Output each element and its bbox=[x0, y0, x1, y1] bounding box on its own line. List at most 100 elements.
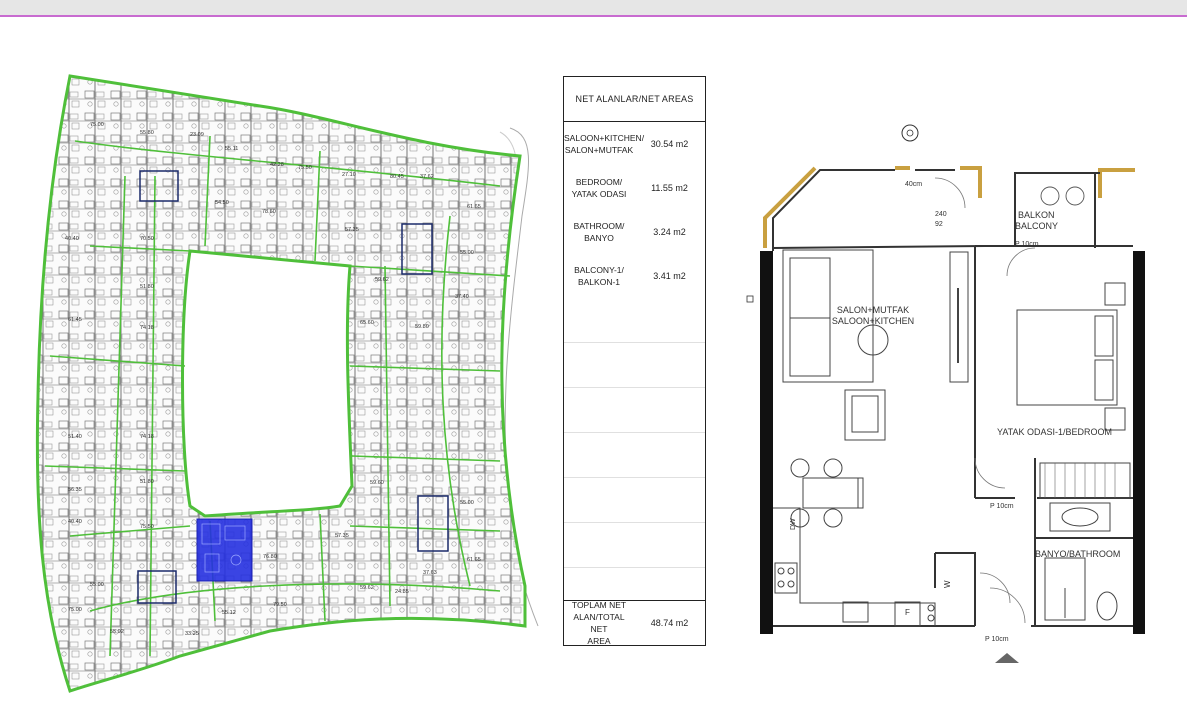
net-areas-header: NET ALANLAR/NET AREAS bbox=[564, 77, 705, 122]
svg-text:75.00: 75.00 bbox=[90, 122, 104, 128]
svg-text:33.25: 33.25 bbox=[185, 631, 199, 637]
svg-text:59.62: 59.62 bbox=[375, 277, 389, 283]
parapet-note: P 10cm bbox=[1015, 241, 1039, 248]
svg-text:55.00: 55.00 bbox=[460, 500, 474, 506]
dimension-note: 240 bbox=[935, 211, 947, 218]
svg-text:37.62: 37.62 bbox=[420, 174, 434, 180]
area-row-label: SALOON+KITCHEN/ bbox=[564, 133, 645, 143]
entry-fixture-icon bbox=[901, 124, 919, 142]
building-footprint bbox=[35, 74, 527, 693]
armchair-icon bbox=[844, 389, 886, 441]
svg-text:37.63: 37.63 bbox=[423, 570, 437, 576]
svg-text:51.80: 51.80 bbox=[140, 284, 154, 290]
balcony-walls bbox=[763, 166, 1135, 248]
svg-text:57.35: 57.35 bbox=[335, 533, 349, 539]
svg-text:57.35: 57.35 bbox=[345, 227, 359, 233]
svg-text:55.12: 55.12 bbox=[222, 610, 236, 616]
fridge-label: F bbox=[905, 608, 910, 617]
net-areas-table: NET ALANLAR/NET AREAS SALOON+KITCHEN/SAL… bbox=[563, 76, 706, 646]
bed-icon bbox=[1016, 282, 1126, 431]
exterior-wall-right bbox=[1133, 251, 1145, 634]
svg-text:55.11: 55.11 bbox=[225, 146, 238, 152]
svg-text:75.50: 75.50 bbox=[298, 165, 312, 171]
balcony-label: BALKON bbox=[1018, 210, 1055, 220]
svg-text:55.92: 55.92 bbox=[110, 629, 124, 635]
total-label: AREA bbox=[587, 636, 611, 646]
area-row-label: BEDROOM/ bbox=[575, 177, 623, 187]
area-row-balcony: BALCONY-1/BALKON-1 3.41 m2 bbox=[564, 254, 705, 298]
svg-text:59.62: 59.62 bbox=[360, 585, 374, 591]
kitchen-counter-icon bbox=[773, 507, 936, 627]
area-row-label: BANYO bbox=[584, 233, 614, 243]
area-row-value: 30.54 m2 bbox=[650, 139, 689, 149]
area-row-label: SALON+MUTFAK bbox=[564, 145, 634, 155]
dining-set-icon bbox=[790, 458, 864, 528]
total-value: 48.74 m2 bbox=[650, 618, 689, 628]
svg-text:80.45: 80.45 bbox=[390, 174, 404, 180]
svg-text:61.45: 61.45 bbox=[68, 317, 82, 323]
exterior-wall-left bbox=[760, 251, 773, 634]
balcony-label-en: BALCONY bbox=[1015, 221, 1058, 231]
svg-text:40.40: 40.40 bbox=[65, 236, 79, 242]
tv-unit-icon bbox=[949, 251, 969, 383]
dishwasher-label: DW bbox=[790, 518, 797, 530]
area-row-value: 3.24 m2 bbox=[653, 227, 686, 237]
svg-text:37.40: 37.40 bbox=[455, 294, 469, 300]
bathroom-fixtures-icon bbox=[1044, 502, 1118, 621]
total-area-row: TOPLAM NET ALAN/TOTAL NET AREA 48.74 m2 bbox=[564, 600, 705, 646]
svg-text:27.10: 27.10 bbox=[342, 172, 356, 178]
empty-row bbox=[564, 343, 705, 388]
svg-text:54.50: 54.50 bbox=[215, 200, 229, 206]
svg-text:59.80: 59.80 bbox=[415, 324, 429, 330]
empty-row bbox=[564, 433, 705, 478]
bathroom-label: BANYO/BATHROOM bbox=[1035, 549, 1120, 559]
svg-text:74.18: 74.18 bbox=[140, 325, 154, 331]
area-row-bathroom: BATHROOM/BANYO 3.24 m2 bbox=[564, 210, 705, 254]
svg-text:24.85: 24.85 bbox=[395, 589, 409, 595]
empty-row bbox=[564, 298, 705, 343]
area-row-label: BALCONY-1/ bbox=[574, 265, 624, 275]
entrance-arrow-icon bbox=[995, 653, 1019, 663]
area-row-label: BALKON-1 bbox=[577, 277, 621, 287]
wardrobe-icon bbox=[1039, 462, 1131, 499]
living-label: SALON+MUTFAK bbox=[837, 305, 909, 315]
top-bar bbox=[0, 0, 1187, 15]
empty-row bbox=[564, 388, 705, 433]
dimension-note: 92 bbox=[935, 221, 943, 228]
living-label-en: SALOON+KITCHEN bbox=[832, 316, 914, 326]
svg-text:55.00: 55.00 bbox=[90, 582, 104, 588]
area-row-label: YATAK ODASI bbox=[571, 189, 627, 199]
svg-text:65.60: 65.60 bbox=[360, 320, 374, 326]
svg-text:55.00: 55.00 bbox=[460, 250, 474, 256]
svg-text:70.50: 70.50 bbox=[140, 236, 154, 242]
svg-text:74.18: 74.18 bbox=[140, 434, 154, 440]
svg-text:23.09: 23.09 bbox=[190, 132, 204, 138]
svg-text:40.40: 40.40 bbox=[68, 519, 82, 525]
bedroom-label: YATAK ODASI-1/BEDROOM bbox=[997, 427, 1112, 437]
door-width-note: 40cm bbox=[905, 181, 922, 188]
area-row-value: 3.41 m2 bbox=[653, 271, 686, 281]
svg-text:55.80: 55.80 bbox=[140, 130, 154, 136]
svg-text:51.40: 51.40 bbox=[68, 434, 82, 440]
floor-site-plan: 75.00 55.80 23.09 55.11 42.28 75.50 27.1… bbox=[35, 74, 539, 693]
area-row-value: 11.55 m2 bbox=[651, 183, 688, 193]
svg-text:75.50: 75.50 bbox=[140, 524, 154, 530]
svg-text:61.65: 61.65 bbox=[467, 204, 481, 210]
total-label: ALAN/TOTAL NET bbox=[573, 612, 625, 634]
svg-text:79.50: 79.50 bbox=[273, 602, 287, 608]
area-row-saloon: SALOON+KITCHEN/SALON+MUTFAK 30.54 m2 bbox=[564, 122, 705, 166]
parapet-note: P 10cm bbox=[985, 636, 1009, 643]
balcony-chairs-icon bbox=[1040, 186, 1085, 206]
total-label: TOPLAM NET bbox=[571, 600, 627, 610]
apartment-unit-plan: SALON+MUTFAK SALOON+KITCHEN BALKON BALCO… bbox=[746, 124, 1145, 663]
svg-text:42.28: 42.28 bbox=[270, 162, 284, 168]
svg-text:59.60: 59.60 bbox=[370, 480, 384, 486]
section-marker-icon bbox=[746, 295, 754, 303]
empty-row bbox=[564, 478, 705, 523]
svg-text:56.35: 56.35 bbox=[68, 487, 82, 493]
svg-text:61.65: 61.65 bbox=[467, 557, 481, 563]
svg-text:76.80: 76.80 bbox=[263, 554, 277, 560]
empty-row bbox=[564, 523, 705, 568]
area-row-label: BATHROOM/ bbox=[573, 221, 625, 231]
top-divider-line bbox=[0, 15, 1187, 17]
